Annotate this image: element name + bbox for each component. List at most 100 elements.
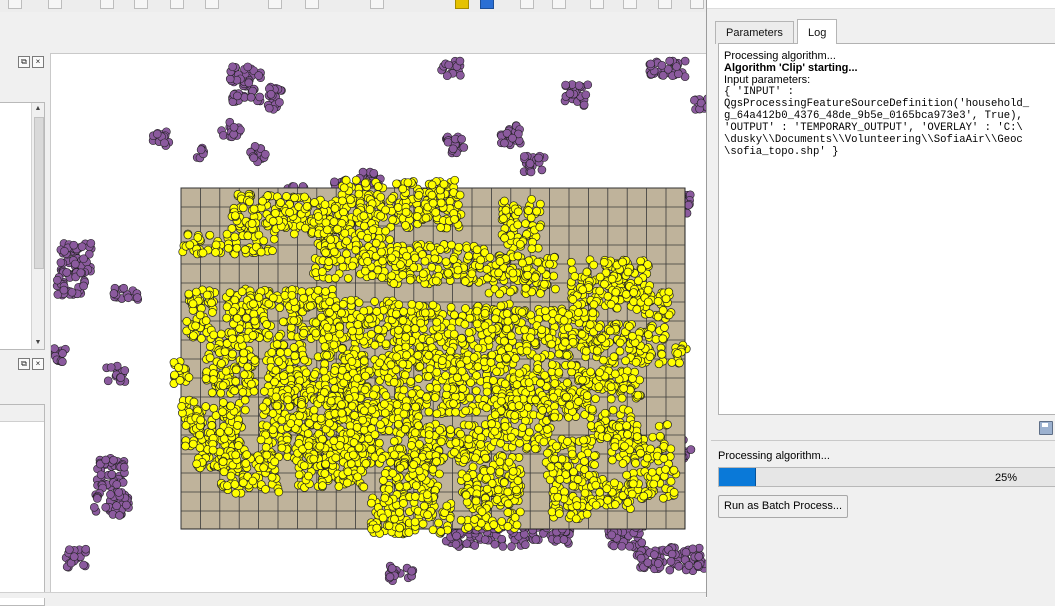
toolbar-button[interactable] <box>48 0 62 9</box>
clipped-point <box>528 195 536 203</box>
clipped-point <box>364 234 372 242</box>
household-point <box>197 146 205 154</box>
clipped-point <box>600 280 608 288</box>
clipped-point <box>271 458 279 466</box>
clipped-point <box>428 263 436 271</box>
clipped-point <box>654 297 662 305</box>
clipped-point <box>192 322 200 330</box>
toolbar-button[interactable] <box>134 0 148 9</box>
clipped-point <box>496 290 504 298</box>
clipped-point <box>433 410 441 418</box>
clipped-point <box>362 459 370 467</box>
clipped-point <box>401 371 409 379</box>
float-panel-icon[interactable]: ⧉ <box>18 56 30 68</box>
household-point <box>102 456 110 464</box>
clipped-point <box>394 203 402 211</box>
household-point <box>90 503 98 511</box>
clipped-point <box>536 200 544 208</box>
clipped-point <box>361 372 369 380</box>
clipped-point <box>578 330 586 338</box>
clipped-point <box>197 335 205 343</box>
clipped-point <box>555 350 563 358</box>
clipped-point <box>326 309 334 317</box>
toolbar-button[interactable] <box>623 0 637 9</box>
toolbar-button[interactable] <box>480 0 494 9</box>
clipped-point <box>323 351 331 359</box>
clipped-point <box>436 426 444 434</box>
vertical-scrollbar[interactable]: ▲ ▼ <box>31 103 44 349</box>
household-point <box>63 268 71 276</box>
clipped-point <box>500 197 508 205</box>
clipped-point <box>275 332 283 340</box>
household-point <box>666 566 674 574</box>
clipped-point <box>231 387 239 395</box>
scroll-down-icon[interactable]: ▼ <box>32 337 44 349</box>
clipped-point <box>655 360 663 368</box>
browser-panel <box>0 404 45 606</box>
toolbar-button[interactable] <box>370 0 384 9</box>
float-panel-icon[interactable]: ⧉ <box>18 358 30 370</box>
clipped-point <box>231 233 239 241</box>
toolbar-button[interactable] <box>170 0 184 9</box>
close-panel-icon[interactable]: × <box>32 56 44 68</box>
household-point <box>575 82 583 90</box>
clipped-point <box>208 308 216 316</box>
clipped-point <box>433 368 441 376</box>
map-canvas[interactable] <box>50 53 707 598</box>
clipped-point <box>287 419 295 427</box>
clipped-point <box>262 443 270 451</box>
household-point <box>535 154 543 162</box>
toolbar-button[interactable] <box>8 0 22 9</box>
household-point <box>133 294 141 302</box>
clipped-point <box>291 352 299 360</box>
clipped-point <box>402 208 410 216</box>
clipped-point <box>236 325 244 333</box>
household-point <box>584 81 592 89</box>
household-point <box>120 284 128 292</box>
clipped-point <box>217 330 225 338</box>
scroll-thumb[interactable] <box>34 117 44 269</box>
household-point <box>666 57 674 65</box>
clipped-point <box>540 438 548 446</box>
household-point <box>78 243 86 251</box>
close-panel-icon[interactable]: × <box>32 358 44 370</box>
clipped-point <box>326 298 334 306</box>
clipped-point <box>331 204 339 212</box>
toolbar-button[interactable] <box>305 0 319 9</box>
clipped-point <box>437 438 445 446</box>
clipped-point <box>206 342 214 350</box>
toolbar-button[interactable] <box>205 0 219 9</box>
clipped-point <box>260 464 268 472</box>
toolbar-button[interactable] <box>658 0 672 9</box>
toolbar-button[interactable] <box>100 0 114 9</box>
toolbar-button[interactable] <box>520 0 534 9</box>
clipped-point <box>452 408 460 416</box>
clipped-point <box>610 353 618 361</box>
toolbar-button[interactable] <box>455 0 469 9</box>
clipped-point <box>347 429 355 437</box>
household-point <box>53 276 61 284</box>
clipped-point <box>578 376 586 384</box>
toolbar-button[interactable] <box>690 0 704 9</box>
clipped-point <box>382 392 390 400</box>
clipped-point <box>483 388 491 396</box>
clipped-point <box>346 196 354 204</box>
clipped-point <box>654 313 662 321</box>
toolbar-button[interactable] <box>552 0 566 9</box>
scroll-up-icon[interactable]: ▲ <box>32 103 44 115</box>
household-point <box>674 70 682 78</box>
clipped-point <box>277 199 285 207</box>
clipped-point <box>317 414 325 422</box>
clipped-point <box>317 395 325 403</box>
clipped-point <box>352 176 360 184</box>
clipped-point <box>219 382 227 390</box>
clipped-point <box>630 298 638 306</box>
toolbar-button[interactable] <box>590 0 604 9</box>
clipped-point <box>449 366 457 374</box>
clipped-point <box>219 458 227 466</box>
clipped-point <box>411 403 419 411</box>
clipped-point <box>196 444 204 452</box>
clipped-point <box>282 192 290 200</box>
toolbar-button[interactable] <box>268 0 282 9</box>
clipped-point <box>662 295 670 303</box>
